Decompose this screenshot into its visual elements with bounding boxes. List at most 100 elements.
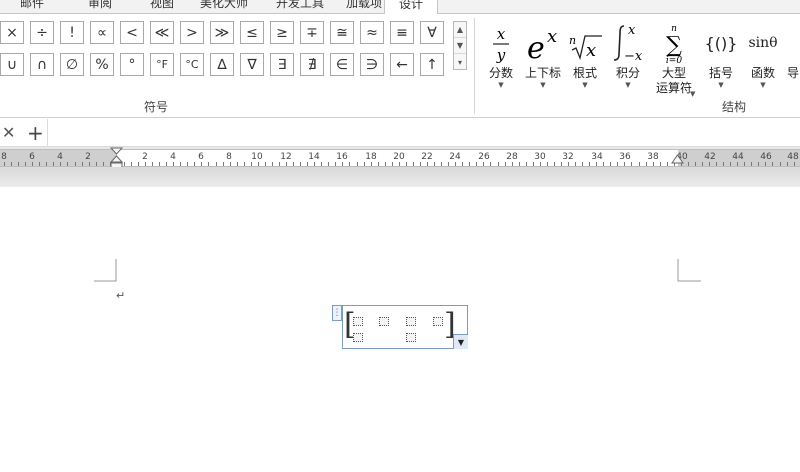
ruler-tick <box>476 162 478 166</box>
ruler-tick <box>652 162 654 166</box>
placeholder-slot[interactable] <box>406 317 416 326</box>
symbol-button[interactable]: > <box>180 21 204 44</box>
ruler-tick <box>504 162 506 166</box>
symbol-button[interactable]: ∪ <box>0 53 24 76</box>
symbol-button[interactable]: ↑ <box>420 53 444 76</box>
ruler-tick <box>180 162 182 166</box>
equation-move-handle[interactable]: ⋮ <box>332 305 342 321</box>
ruler-label: 8 <box>226 152 232 162</box>
symbol-button[interactable]: % <box>90 53 114 76</box>
symbol-button[interactable]: °C <box>180 53 204 76</box>
symbol-button[interactable]: ≥ <box>270 21 294 44</box>
ruler-tick <box>321 162 323 166</box>
ruler-tick <box>370 162 372 166</box>
placeholder-slot[interactable] <box>353 333 363 342</box>
ruler-label: 42 <box>704 152 716 162</box>
symbol-button[interactable]: ∓ <box>300 21 324 44</box>
scroll-up-button[interactable]: ▲ <box>454 22 466 38</box>
symbol-button[interactable]: × <box>0 21 24 44</box>
symbol-button[interactable]: ≫ <box>210 21 234 44</box>
symbol-button[interactable]: ≈ <box>360 21 384 44</box>
ruler-tick <box>236 162 238 166</box>
symbol-button[interactable]: ≅ <box>330 21 354 44</box>
large-operator-button[interactable]: n ∑ i=0 大型 运算符 <box>648 18 700 96</box>
ruler-tick <box>716 162 718 166</box>
tab-mailings[interactable]: 邮件 <box>20 0 44 12</box>
close-icon[interactable]: ✕ <box>2 123 15 142</box>
symbol-button[interactable]: ∝ <box>90 21 114 44</box>
svg-text:x: x <box>628 23 636 38</box>
symbol-button[interactable]: ∆ <box>210 53 234 76</box>
indent-marker-handle[interactable] <box>110 147 123 169</box>
integral-icon: x −x <box>608 18 648 64</box>
symbol-button[interactable]: ← <box>390 53 414 76</box>
equation-box[interactable]: [ ] <box>342 305 468 349</box>
accent-button[interactable]: 导 <box>786 18 800 81</box>
tab-beautify[interactable]: 美化大师 <box>200 0 248 12</box>
ruler-tick <box>694 162 696 166</box>
right-indent-marker[interactable] <box>671 154 684 164</box>
integral-button[interactable]: x −x 积分 ▼ <box>608 18 648 90</box>
placeholder-slot[interactable] <box>406 333 416 342</box>
tab-view[interactable]: 视图 <box>150 0 174 12</box>
symbols-group-label: 符号 <box>144 100 169 114</box>
ruler-label: 22 <box>421 152 433 162</box>
symbol-button[interactable]: ∀ <box>420 21 444 44</box>
symbol-button[interactable]: ° <box>120 53 144 76</box>
tab-addins[interactable]: 加载项 <box>346 0 382 12</box>
equation-options-dropdown[interactable]: ▼ <box>453 334 468 349</box>
symbol-button[interactable]: ! <box>60 21 84 44</box>
radical-icon: n x <box>566 18 604 64</box>
add-document-button[interactable]: + <box>27 121 44 145</box>
symbol-button[interactable]: ∇ <box>240 53 264 76</box>
ruler-tick <box>264 162 266 166</box>
tab-design[interactable]: 设计 <box>384 0 439 14</box>
ruler-tick <box>448 162 450 166</box>
ruler-tick <box>441 162 443 166</box>
symbol-button[interactable]: ∅ <box>60 53 84 76</box>
chevron-down-icon: ▼ <box>718 81 724 89</box>
ruler-tick <box>32 162 34 166</box>
ruler-tick <box>793 162 795 166</box>
script-label: 上下标 <box>524 66 561 80</box>
scroll-down-button[interactable]: ▼ <box>454 38 466 54</box>
symbol-button[interactable]: ∈ <box>330 53 354 76</box>
ruler-tick <box>497 162 499 166</box>
symbol-button[interactable]: ≪ <box>150 21 174 44</box>
function-button[interactable]: sinθ 函数 ▼ <box>742 18 784 90</box>
placeholder-slot[interactable] <box>379 317 389 326</box>
symbol-button[interactable]: ≡ <box>390 21 414 44</box>
ruler-tick <box>208 162 210 166</box>
symbol-button[interactable]: ≤ <box>240 21 264 44</box>
script-button[interactable]: e x 上下标 ▼ <box>520 18 566 90</box>
placeholder-slot[interactable] <box>353 317 363 326</box>
bracket-button[interactable]: {()} 括号 ▼ <box>700 18 742 90</box>
symbol-gallery-scroll: ▲ ▼ ▾ <box>453 21 467 70</box>
placeholder-slot[interactable] <box>433 317 443 326</box>
tab-developer[interactable]: 开发工具 <box>276 0 324 12</box>
symbol-button[interactable]: ∄ <box>300 53 324 76</box>
symbol-button[interactable]: < <box>120 21 144 44</box>
ruler-tick <box>786 162 788 166</box>
ruler-tick <box>532 162 534 166</box>
group-divider <box>474 18 475 114</box>
tab-review[interactable]: 审阅 <box>88 0 112 12</box>
paragraph-mark: ↵ <box>116 289 126 302</box>
gallery-more-button[interactable]: ▾ <box>454 54 466 70</box>
ruler-tick <box>46 162 48 166</box>
ruler-label: 14 <box>308 152 320 162</box>
ruler-tick <box>342 162 344 166</box>
ruler-tick <box>427 162 428 166</box>
ruler-label: 38 <box>647 152 659 162</box>
ruler-tick <box>67 162 69 166</box>
svg-text:−x: −x <box>624 49 643 64</box>
symbol-button[interactable]: ÷ <box>30 21 54 44</box>
symbol-button[interactable]: ∩ <box>30 53 54 76</box>
radical-button[interactable]: n x 根式 ▼ <box>566 18 604 90</box>
ruler-tick <box>152 162 154 166</box>
ruler-label: 46 <box>760 152 772 162</box>
fraction-button[interactable]: x y 分数 ▼ <box>484 18 518 90</box>
symbol-button[interactable]: °F <box>150 53 174 76</box>
symbol-button[interactable]: ∋ <box>360 53 384 76</box>
symbol-button[interactable]: ∃ <box>270 53 294 76</box>
